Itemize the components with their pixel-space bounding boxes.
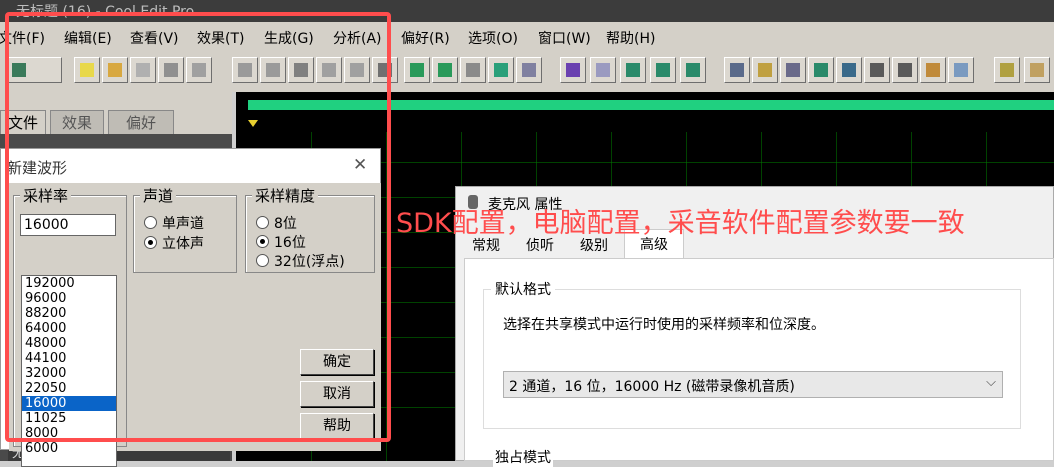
zoom-icon[interactable] bbox=[836, 57, 862, 83]
mix-paste-icon[interactable] bbox=[460, 57, 486, 83]
trim-icon[interactable] bbox=[404, 57, 430, 83]
advanced-tab-page: 默认格式 选择在共享模式中运行时使用的采样频率和位深度。 2 通道，16 位，1… bbox=[464, 258, 1054, 467]
channel-right-icon[interactable] bbox=[650, 57, 676, 83]
zoom-selection-icon[interactable] bbox=[432, 57, 458, 83]
format-select[interactable]: 2 通道，16 位，16000 Hz (磁带录像机音质) ⌵ bbox=[503, 371, 1003, 398]
tool-icon[interactable] bbox=[1024, 57, 1050, 83]
menu-options[interactable]: 选项(O) bbox=[468, 28, 518, 48]
chevron-down-icon[interactable]: ⌵ bbox=[986, 375, 996, 390]
channel-left-icon[interactable] bbox=[620, 57, 646, 83]
window-icon[interactable] bbox=[724, 57, 750, 83]
default-format-description: 选择在共享模式中运行时使用的采样频率和位深度。 bbox=[503, 317, 825, 333]
info-icon[interactable] bbox=[752, 57, 778, 83]
default-format-label: 默认格式 bbox=[491, 279, 555, 299]
default-format-group bbox=[483, 289, 1021, 429]
bbb-icon[interactable] bbox=[892, 57, 918, 83]
status-bar-icon[interactable] bbox=[948, 57, 974, 83]
annotation-highlight-box bbox=[5, 12, 391, 442]
exclusive-mode-label: 独占模式 bbox=[493, 447, 553, 467]
checkbox-tool-icon[interactable] bbox=[590, 57, 616, 83]
settings-icon[interactable] bbox=[994, 57, 1020, 83]
menu-window[interactable]: 窗口(W) bbox=[538, 28, 591, 48]
wave-list-icon[interactable] bbox=[780, 57, 806, 83]
level-meter-icon[interactable] bbox=[920, 57, 946, 83]
format-select-value: 2 通道，16 位，16000 Hz (磁带录像机音质) bbox=[509, 379, 795, 395]
time-display-icon[interactable] bbox=[864, 57, 890, 83]
channel-both-icon[interactable] bbox=[680, 57, 706, 83]
envelope-icon[interactable] bbox=[560, 57, 586, 83]
snap-icon[interactable] bbox=[516, 57, 542, 83]
menu-preferences[interactable]: 偏好(R) bbox=[401, 28, 450, 48]
list-item[interactable]: 6000 bbox=[22, 441, 116, 456]
annotation-text: SDK配置，电脑配置，采音软件配置参数要一致 bbox=[396, 208, 965, 239]
convert-icon[interactable] bbox=[488, 57, 514, 83]
play-icon[interactable] bbox=[808, 57, 834, 83]
menu-help[interactable]: 帮助(H) bbox=[606, 28, 655, 48]
